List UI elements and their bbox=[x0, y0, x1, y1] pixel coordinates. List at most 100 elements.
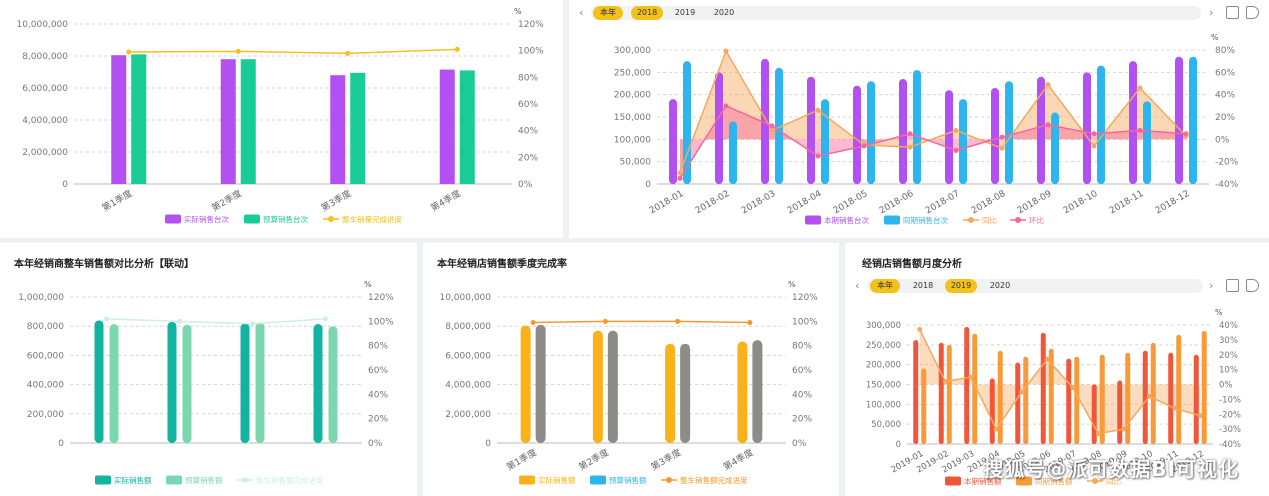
line-point bbox=[1019, 389, 1025, 395]
line-point bbox=[999, 134, 1005, 140]
line-point bbox=[126, 49, 132, 55]
y2-tick-label: 80% bbox=[792, 342, 812, 352]
y-tick-label: 50,000 bbox=[620, 158, 652, 168]
dealer-sales-comparison-panel: 本年经销商整车销售额对比分析【联动】 0 200,000 400,000 600,00… bbox=[0, 243, 417, 496]
line-point bbox=[1045, 82, 1051, 88]
x-tick-label: 第2季度 bbox=[577, 446, 611, 473]
x-tick-label: 第4季度 bbox=[428, 187, 462, 214]
bar bbox=[1051, 112, 1059, 184]
line-point bbox=[1137, 127, 1143, 133]
legend-marker bbox=[884, 215, 900, 225]
bar bbox=[592, 330, 603, 443]
bar bbox=[167, 321, 177, 443]
bar bbox=[752, 340, 763, 443]
bar bbox=[821, 99, 829, 184]
dealer-sales-comparison-chart: 0 200,000 400,000 600,000 800,000 1,000,000 0%… bbox=[18, 280, 394, 485]
line-point bbox=[1091, 143, 1097, 149]
line-point bbox=[968, 374, 974, 380]
y-tick-label: 600,000 bbox=[27, 351, 64, 361]
y-tick-label: 50,000 bbox=[871, 420, 901, 430]
line-point bbox=[1045, 122, 1051, 128]
bar bbox=[853, 85, 861, 184]
bar bbox=[220, 59, 236, 185]
y2-unit-label: % bbox=[1211, 33, 1219, 42]
bar bbox=[111, 55, 127, 185]
legend-label: 预算销售额 bbox=[185, 475, 223, 485]
legend-marker bbox=[165, 214, 181, 224]
y-tick-label: 0 bbox=[62, 180, 68, 190]
y-tick-label: 4,000,000 bbox=[22, 116, 68, 126]
bar bbox=[729, 121, 737, 184]
bar bbox=[938, 342, 944, 444]
x-tick-label: 第1季度 bbox=[504, 446, 538, 473]
bar bbox=[1129, 61, 1137, 184]
area-fill bbox=[680, 51, 1186, 173]
x-tick-label: 第3季度 bbox=[649, 446, 683, 473]
bar bbox=[1091, 384, 1097, 444]
x-tick-label: 2018-09 bbox=[1016, 189, 1054, 217]
y2-tick-label: 20% bbox=[368, 415, 388, 425]
x-tick-label: 2018-03 bbox=[740, 189, 778, 216]
bar bbox=[683, 61, 691, 184]
line-point bbox=[1137, 85, 1143, 91]
line-point bbox=[1146, 393, 1152, 399]
y2-unit-label: % bbox=[1215, 308, 1223, 317]
line-point bbox=[815, 107, 821, 113]
bar bbox=[313, 324, 323, 443]
line-point bbox=[815, 153, 821, 159]
bar bbox=[439, 69, 455, 184]
y2-tick-label: 120% bbox=[518, 20, 544, 30]
x-tick-label: 2018-08 bbox=[970, 189, 1008, 217]
watermark: 搜狐号@派可数据BI可视化 bbox=[983, 457, 1239, 481]
y-tick-label: 8,000,000 bbox=[22, 52, 68, 62]
bar bbox=[255, 322, 265, 443]
series-line bbox=[533, 320, 750, 324]
y-tick-label: 250,000 bbox=[614, 68, 651, 78]
x-tick-label: 2018-10 bbox=[1062, 189, 1100, 217]
quarterly-completion-panel: 本年经销店销售额季度完成率 0 2,000,000 4,000,000 6,000,0… bbox=[423, 243, 839, 496]
line-point bbox=[953, 127, 959, 133]
series-line bbox=[128, 48, 458, 55]
bar bbox=[520, 325, 531, 443]
line-point bbox=[769, 123, 775, 129]
y2-tick-label: 60% bbox=[368, 366, 388, 376]
y2-tick-label: 60% bbox=[518, 100, 538, 110]
y2-tick-label: 80% bbox=[1215, 46, 1235, 56]
legend-marker bbox=[805, 215, 821, 225]
y-tick-label: 6,000,000 bbox=[22, 84, 68, 94]
line-point bbox=[1172, 405, 1178, 411]
bar bbox=[737, 341, 748, 443]
y2-tick-label: 0% bbox=[368, 439, 383, 449]
bar bbox=[1201, 330, 1207, 444]
bar bbox=[959, 99, 967, 184]
line-point bbox=[345, 50, 351, 56]
y-tick-label: 150,000 bbox=[614, 113, 651, 123]
line-point bbox=[999, 145, 1005, 151]
y-tick-label: 10,000,000 bbox=[16, 20, 68, 30]
legend-label: 整车销量完成进度 bbox=[342, 214, 402, 224]
line-point bbox=[177, 318, 182, 324]
line-point bbox=[861, 143, 867, 149]
x-tick-label: 2018-04 bbox=[786, 189, 824, 217]
y-tick-label: 1,000,000 bbox=[18, 293, 64, 303]
legend-label: 实际销售额 bbox=[538, 475, 576, 485]
legend-marker bbox=[1015, 217, 1021, 223]
line-point bbox=[104, 316, 109, 322]
legend-label: 预算销售额 bbox=[609, 475, 647, 485]
line-point bbox=[1091, 131, 1097, 137]
line-point bbox=[907, 131, 913, 137]
line-point bbox=[454, 46, 460, 52]
y-tick-label: 150,000 bbox=[866, 381, 901, 391]
bar bbox=[1175, 56, 1183, 185]
y2-tick-label: 0% bbox=[518, 180, 533, 190]
line-point bbox=[917, 326, 923, 332]
bar bbox=[1005, 81, 1013, 184]
y2-tick-label: 120% bbox=[368, 293, 394, 303]
y-tick-label: 100,000 bbox=[866, 400, 901, 410]
line-point bbox=[942, 379, 948, 385]
bar bbox=[350, 72, 366, 184]
line-point bbox=[250, 321, 255, 327]
legend-label: 实际销售台次 bbox=[184, 214, 229, 224]
x-tick-label: 2018-06 bbox=[878, 189, 916, 217]
y-tick-label: 300,000 bbox=[614, 46, 651, 56]
